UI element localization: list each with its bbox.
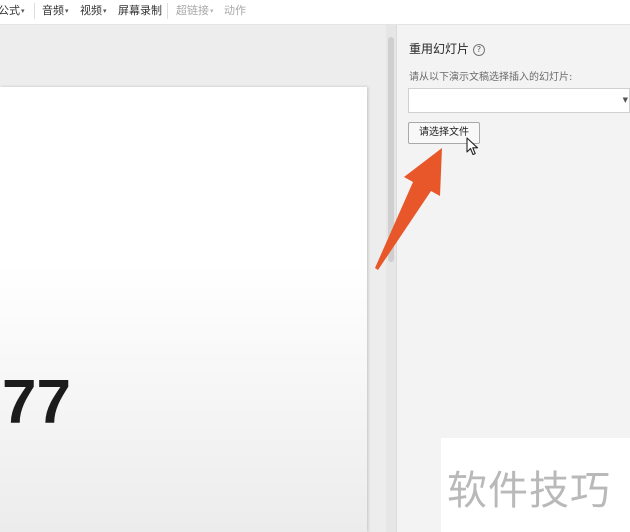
chevron-down-icon: ▾ [65,7,69,15]
mouse-pointer-icon [466,137,479,156]
pane-title-text: 重用幻灯片 [409,42,470,56]
scrollbar-thumb[interactable] [388,37,394,262]
toolbar-separator [167,3,168,19]
action-button[interactable]: 动作 [224,4,246,18]
screen-record-button[interactable]: 屏幕录制 [118,4,162,18]
chevron-down-icon: ▾ [103,7,107,15]
video-menu[interactable]: 视频▾ [80,4,107,18]
hyperlink-menu[interactable]: 超链接▾ [176,4,214,18]
pane-prompt: 请从以下演示文稿选择插入的幻灯片: [409,72,573,83]
screen-record-label: 屏幕录制 [118,4,162,17]
pane-title: 重用幻灯片? [409,40,486,57]
slide-workspace: 77 [0,25,386,532]
slide-text[interactable]: 77 [2,371,71,435]
presentation-file-select[interactable]: ▼ [408,88,630,113]
question-circle-icon[interactable]: ? [473,44,486,56]
formula-label: 公式 [0,4,20,17]
audio-menu[interactable]: 音频▾ [42,4,69,18]
watermark-text: 软件技巧 [447,468,611,514]
video-label: 视频 [80,4,102,17]
hyperlink-label: 超链接 [176,4,209,17]
slide-canvas[interactable]: 77 [0,87,367,532]
chevron-down-icon: ▾ [210,7,214,15]
audio-label: 音频 [42,4,64,17]
toolbar-separator [34,3,35,19]
formula-menu[interactable]: 公式▾ [0,4,25,18]
chevron-down-icon: ▾ [21,7,25,15]
action-label: 动作 [224,4,246,17]
ribbon-toolbar: 公式▾ 音频▾ 视频▾ 屏幕录制 超链接▾ 动作 [0,0,630,25]
watermark: 软件技巧 [441,438,630,532]
workspace-scrollbar[interactable] [386,25,396,532]
chevron-down-icon[interactable]: ▼ [623,96,628,104]
